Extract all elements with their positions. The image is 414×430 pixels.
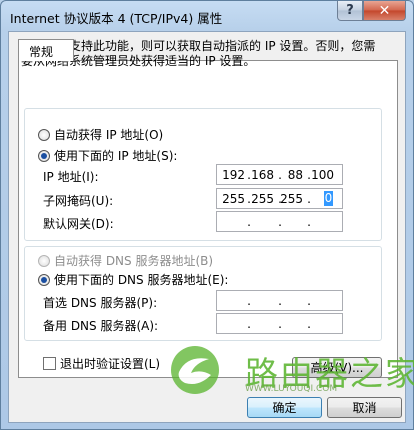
radio-checked-icon xyxy=(38,273,50,286)
ip-octet-2: 168 xyxy=(251,168,274,182)
mask-octet-1: 255 xyxy=(222,192,245,206)
auto-ip-radio[interactable]: 自动获得 IP 地址(O) xyxy=(38,126,163,143)
gateway-dot: . xyxy=(247,215,251,229)
gateway-dot: . xyxy=(278,215,282,229)
ip-octet-4: 100 xyxy=(311,168,334,182)
cancel-button[interactable]: 取消 xyxy=(327,397,402,418)
description-text: 如果网络支持此功能，则可以获取自动指派的 IP 设置。否则，您需要从网络系统管理… xyxy=(21,39,376,68)
dialog-window: Internet 协议版本 4 (TCP/IPv4) 属性 ? ✕ 常规 如果网… xyxy=(0,0,414,430)
radio-unchecked-icon xyxy=(38,128,50,141)
radio-checked-icon xyxy=(38,149,50,162)
alternate-dot: . xyxy=(247,317,251,331)
window-title: Internet 协议版本 4 (TCP/IPv4) 属性 xyxy=(10,11,223,26)
alternate-dot: . xyxy=(278,317,282,331)
alternate-dns-label: 备用 DNS 服务器(A): xyxy=(43,319,159,333)
manual-ip-radio[interactable]: 使用下面的 IP 地址(S): xyxy=(38,147,177,164)
manual-dns-label: 使用下面的 DNS 服务器地址(E): xyxy=(54,273,229,287)
mask-octet-4: 0 xyxy=(324,191,333,206)
preferred-dot: . xyxy=(247,294,251,308)
auto-dns-label: 自动获得 DNS 服务器地址(B) xyxy=(54,254,214,268)
default-gateway-field[interactable]: . . . xyxy=(216,211,343,232)
mask-dot: . xyxy=(307,192,311,206)
mask-octet-2: 255 xyxy=(251,192,274,206)
auto-dns-radio[interactable]: 自动获得 DNS 服务器地址(B) xyxy=(38,252,213,269)
preferred-dot: . xyxy=(278,294,282,308)
gateway-dot: . xyxy=(307,215,311,229)
ip-octet-3: 88 xyxy=(287,168,303,182)
validate-on-exit-label: 退出时验证设置(L) xyxy=(60,357,161,371)
help-icon: ? xyxy=(346,3,354,18)
ip-address-label: IP 地址(I): xyxy=(43,170,99,184)
preferred-dns-label: 首选 DNS 服务器(P): xyxy=(43,296,158,310)
alternate-dns-field[interactable]: . . . xyxy=(216,313,343,334)
radio-disabled-icon xyxy=(38,254,50,267)
title-bar[interactable]: Internet 协议版本 4 (TCP/IPv4) 属性 ? ✕ xyxy=(1,1,413,31)
preferred-dot: . xyxy=(307,294,311,308)
subnet-mask-field[interactable]: 255 . 255 . 255 . 0 xyxy=(216,188,343,209)
close-button[interactable]: ✕ xyxy=(363,1,406,21)
close-icon: ✕ xyxy=(378,2,391,19)
auto-ip-label: 自动获得 IP 地址(O) xyxy=(54,128,164,142)
mask-octet-3: 255 xyxy=(280,192,303,206)
ok-button[interactable]: 确定 xyxy=(247,397,322,418)
preferred-dns-field[interactable]: . . . xyxy=(216,290,343,311)
subnet-mask-label: 子网掩码(U): xyxy=(43,194,114,208)
ip-octet-1: 192 xyxy=(222,168,245,182)
ip-address-field[interactable]: 192 . 168 . 88 . 100 xyxy=(216,164,343,185)
manual-ip-label: 使用下面的 IP 地址(S): xyxy=(54,149,178,163)
validate-on-exit-checkbox[interactable]: 退出时验证设置(L) xyxy=(43,355,160,372)
watermark-subtext: WWW.LUYOUQI.COM xyxy=(245,384,338,394)
manual-dns-radio[interactable]: 使用下面的 DNS 服务器地址(E): xyxy=(38,271,228,288)
alternate-dot: . xyxy=(307,317,311,331)
default-gateway-label: 默认网关(D): xyxy=(43,217,114,231)
tab-general[interactable]: 常规 xyxy=(18,39,74,61)
help-button[interactable]: ? xyxy=(337,1,363,21)
checkbox-icon xyxy=(43,357,56,370)
